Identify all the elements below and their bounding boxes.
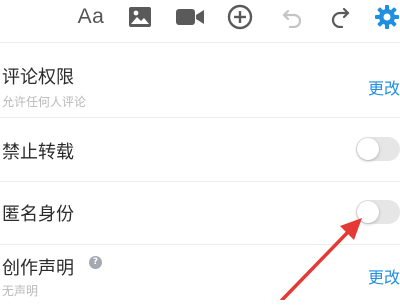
font-size-icon[interactable]: Aa [74, 4, 108, 30]
no-repost-row: 禁止转载 [0, 117, 400, 182]
video-icon[interactable] [174, 4, 206, 30]
editor-toolbar: Aa [0, 0, 400, 38]
creation-statement-subtitle: 无声明 [2, 284, 39, 298]
comment-permission-change-button[interactable]: 更改 [368, 75, 400, 99]
add-circle-icon[interactable] [226, 4, 254, 30]
toggle-knob [357, 138, 379, 160]
image-icon[interactable] [126, 4, 154, 30]
creation-statement-title: 创作声明 [2, 258, 74, 279]
anonymous-title: 匿名身份 [2, 204, 74, 225]
toggle-knob [357, 201, 379, 223]
font-size-label: Aa [77, 5, 105, 28]
settings-gear-icon[interactable] [374, 4, 400, 30]
anonymous-row: 匿名身份 [0, 182, 400, 245]
no-repost-toggle[interactable] [356, 137, 400, 161]
redo-icon[interactable] [328, 4, 352, 30]
comment-permission-title: 评论权限 [2, 67, 74, 88]
comment-permission-subtitle: 允许任何人评论 [2, 95, 87, 109]
no-repost-title: 禁止转载 [2, 142, 74, 163]
comment-permission-row[interactable]: 评论权限 允许任何人评论 更改 [0, 42, 400, 118]
creation-statement-change-button[interactable]: 更改 [368, 264, 400, 288]
anonymous-toggle[interactable] [356, 200, 400, 224]
undo-icon[interactable] [280, 4, 304, 30]
creation-statement-row[interactable]: 创作声明 无声明 更改 [0, 245, 400, 305]
help-question-icon[interactable]: ? [89, 256, 102, 269]
